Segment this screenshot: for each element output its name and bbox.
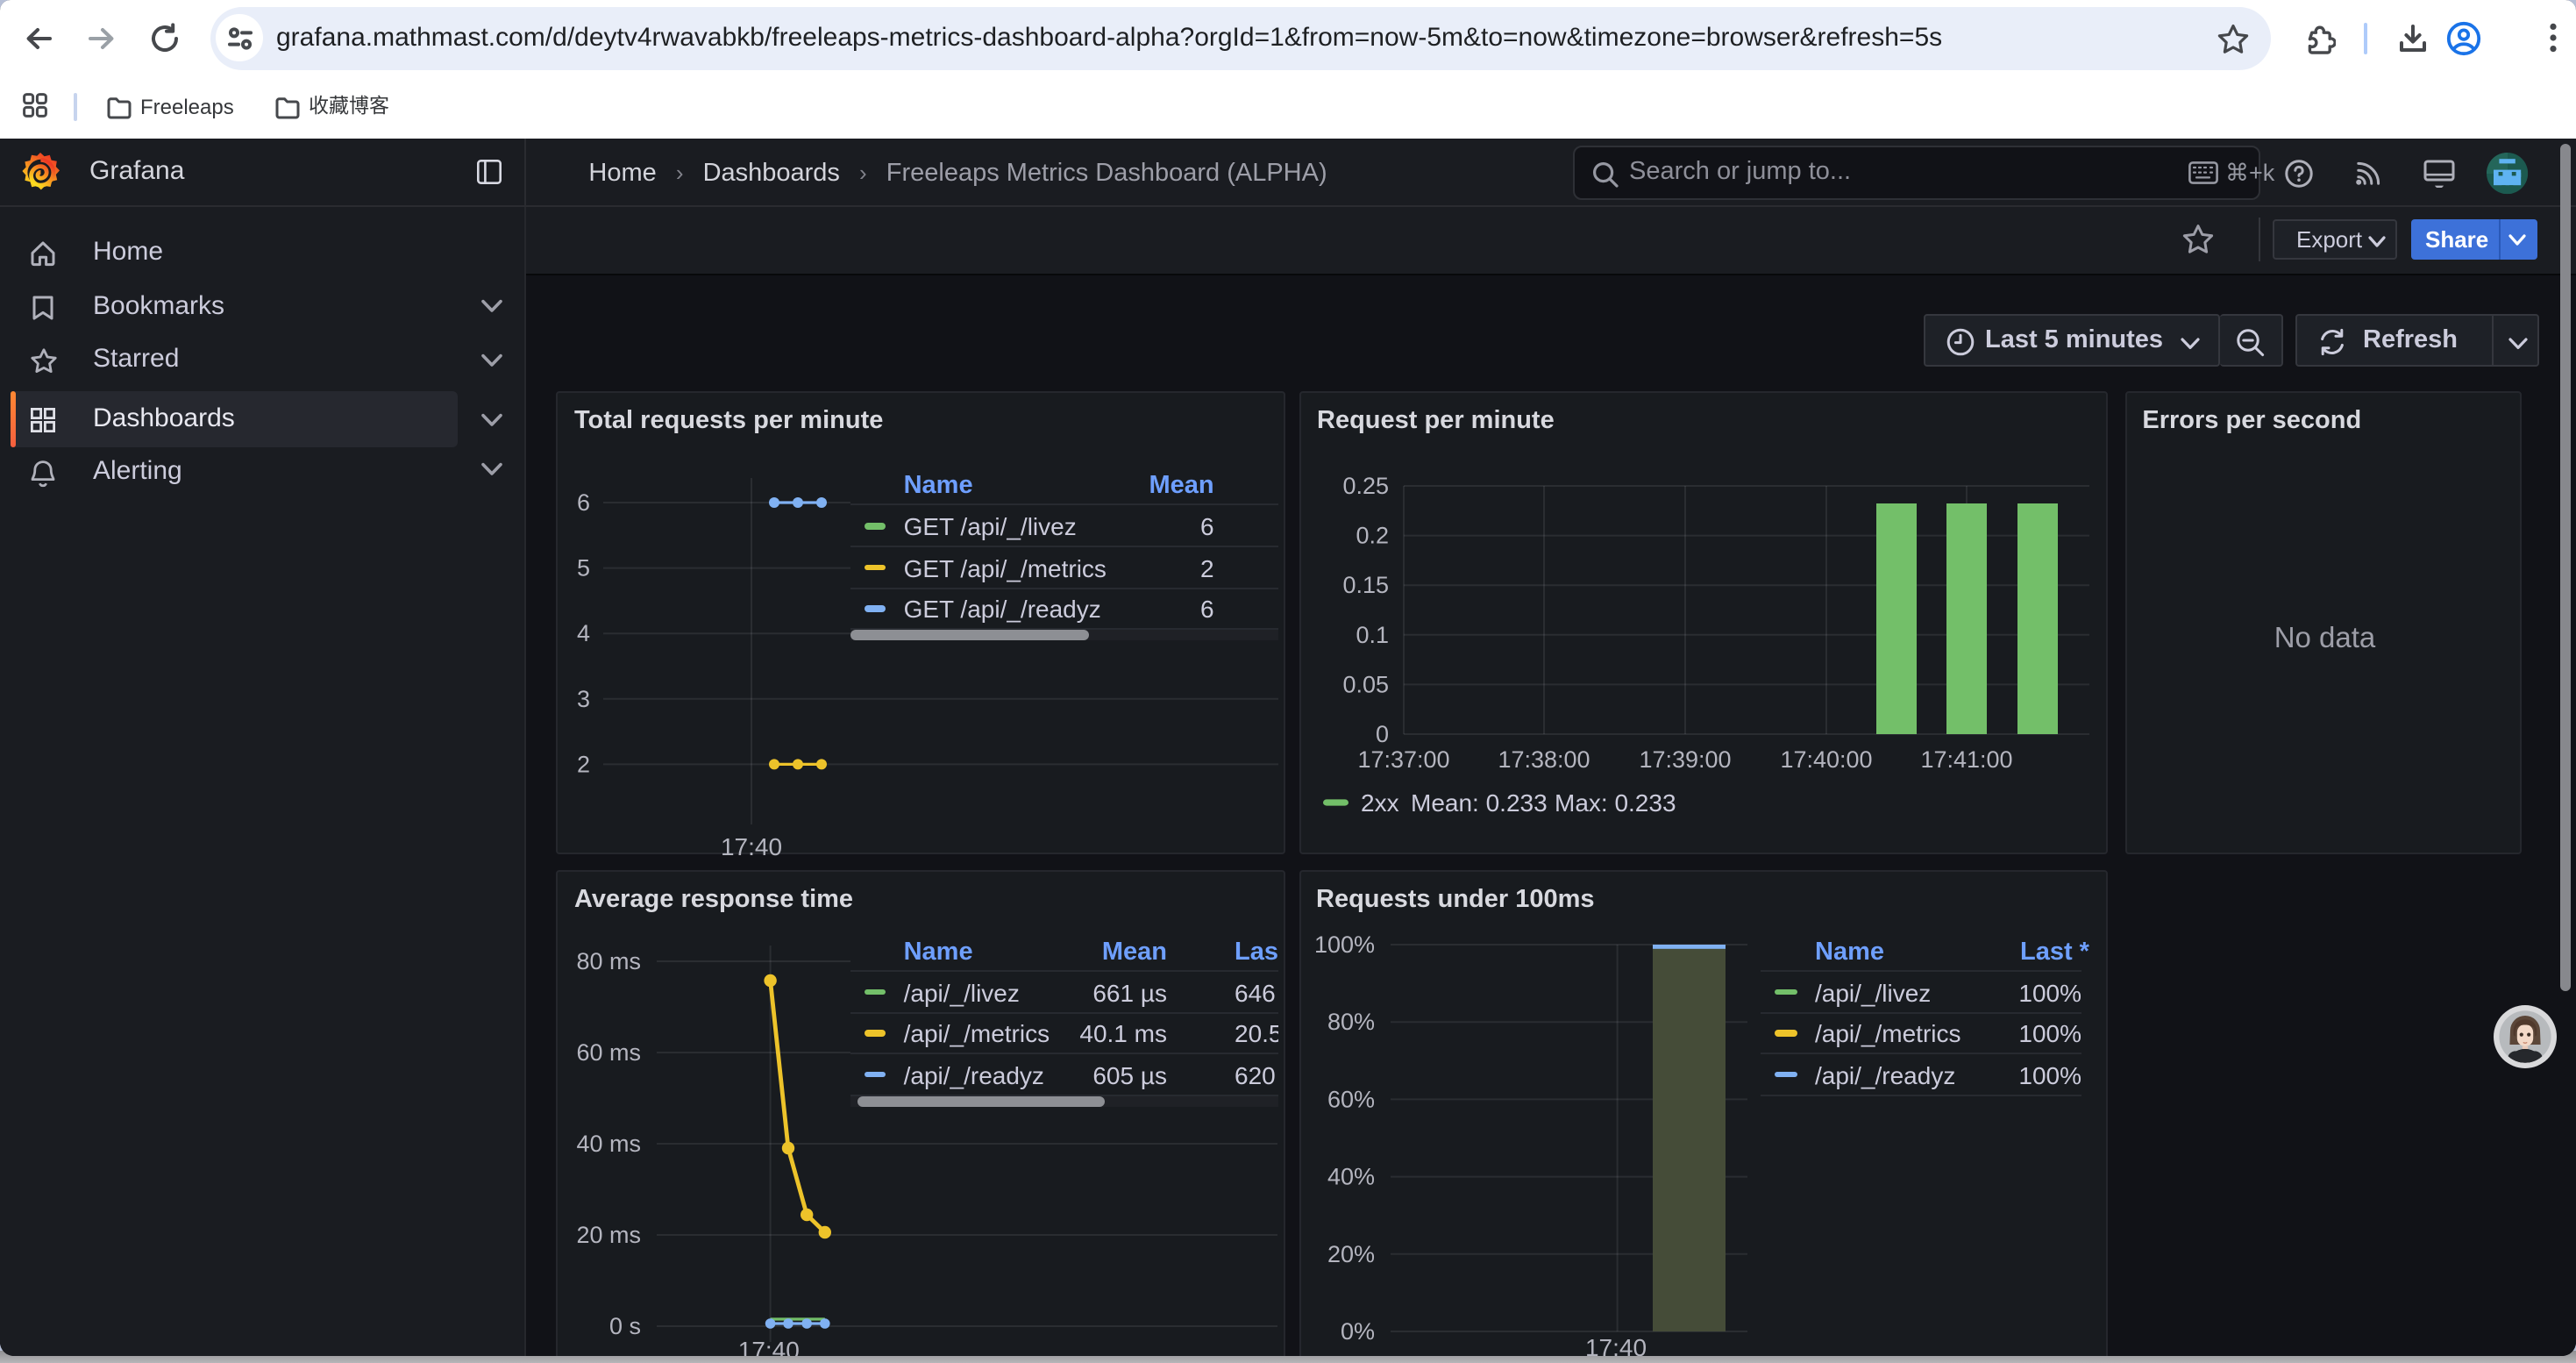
svg-text:2: 2: [576, 751, 589, 777]
svg-text:Max: 0.233: Max: 0.233: [1554, 789, 1676, 817]
svg-text:0: 0: [1375, 721, 1388, 747]
svg-text:0.2: 0.2: [1355, 523, 1388, 549]
svg-text:2xx: 2xx: [1360, 789, 1398, 817]
svg-text:0.15: 0.15: [1341, 572, 1388, 598]
svg-text:0.25: 0.25: [1341, 473, 1388, 499]
svg-text:17:39:00: 17:39:00: [1638, 746, 1730, 773]
svg-text:0 s: 0 s: [608, 1312, 640, 1338]
svg-text:80%: 80%: [1327, 1008, 1375, 1034]
svg-text:17:38:00: 17:38:00: [1497, 746, 1589, 773]
svg-text:0%: 0%: [1341, 1317, 1375, 1344]
svg-text:17:40: 17:40: [1585, 1333, 1647, 1355]
svg-text:5: 5: [576, 555, 589, 582]
svg-text:3: 3: [576, 686, 589, 712]
svg-text:17:37:00: 17:37:00: [1356, 746, 1448, 773]
svg-text:17:40:00: 17:40:00: [1779, 746, 1871, 773]
svg-text:17:40: 17:40: [720, 833, 781, 856]
svg-text:4: 4: [576, 620, 589, 646]
svg-text:60 ms: 60 ms: [575, 1038, 640, 1065]
svg-text:0.1: 0.1: [1355, 622, 1388, 648]
svg-text:6: 6: [576, 489, 589, 516]
svg-text:17:40: 17:40: [737, 1336, 799, 1355]
svg-text:100%: 100%: [1314, 931, 1375, 957]
svg-text:40%: 40%: [1327, 1163, 1375, 1189]
svg-text:60%: 60%: [1327, 1085, 1375, 1111]
svg-text:Mean: 0.233: Mean: 0.233: [1410, 789, 1547, 817]
svg-text:20%: 20%: [1327, 1240, 1375, 1267]
svg-text:17:41:00: 17:41:00: [1919, 746, 2011, 773]
svg-text:40 ms: 40 ms: [575, 1130, 640, 1156]
svg-text:80 ms: 80 ms: [575, 947, 640, 974]
svg-text:20 ms: 20 ms: [575, 1221, 640, 1247]
svg-text:0.05: 0.05: [1341, 671, 1388, 697]
